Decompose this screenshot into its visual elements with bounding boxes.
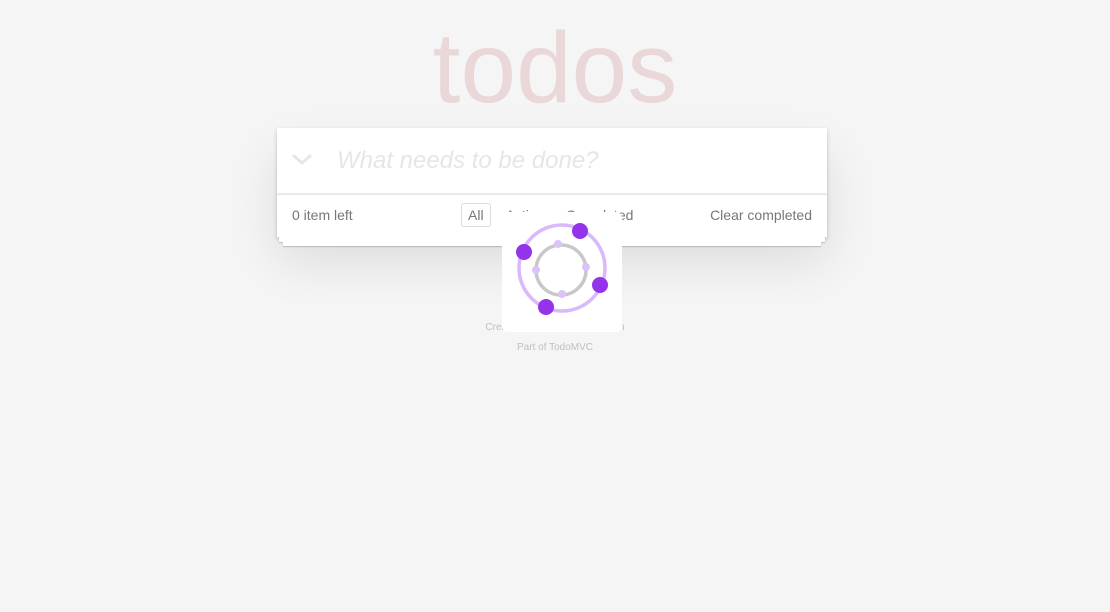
info-part-of: Part of TodoMVC xyxy=(517,342,593,353)
todo-count: 0 item left xyxy=(292,207,353,223)
app-title: todos xyxy=(432,12,678,124)
page: todos 0 item left All Active Completed C… xyxy=(0,0,1110,612)
filter-all[interactable]: All xyxy=(461,203,491,227)
todo-header xyxy=(277,128,827,194)
loading-overlay xyxy=(502,212,622,332)
loading-spinner-icon xyxy=(516,223,608,315)
new-todo-input[interactable] xyxy=(337,140,807,182)
chevron-down-icon[interactable] xyxy=(289,146,315,174)
clear-completed-button[interactable]: Clear completed xyxy=(710,207,812,223)
